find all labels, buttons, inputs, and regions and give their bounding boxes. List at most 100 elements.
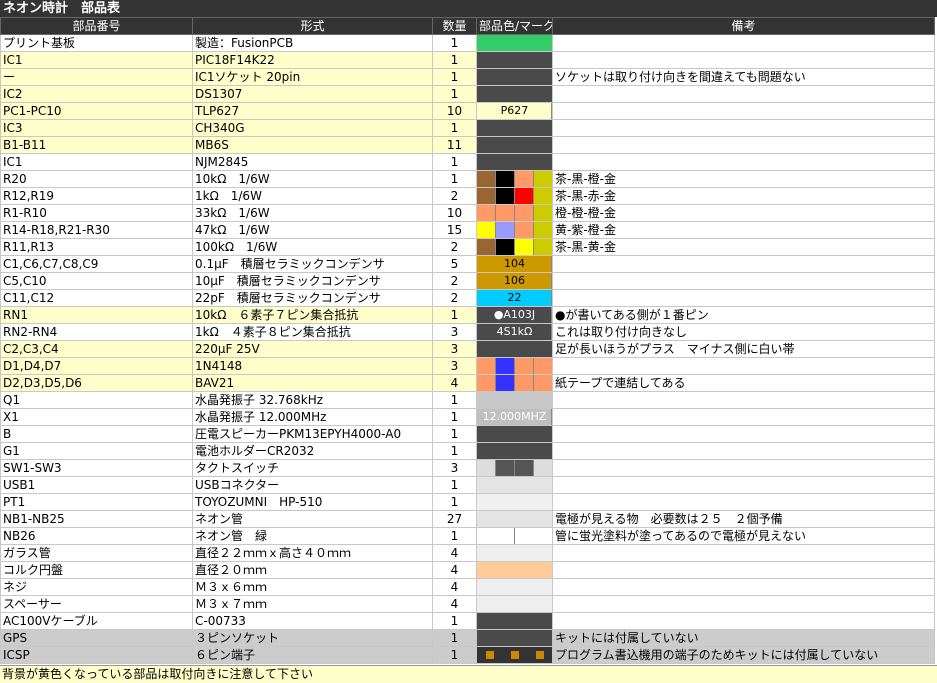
part-type-cell[interactable]: 直径２２ｍｍｘ高さ４０ｍｍ xyxy=(192,544,433,562)
part-number-cell[interactable]: RN1 xyxy=(0,306,193,324)
header-notes[interactable]: 備考 xyxy=(552,17,935,35)
part-type-cell[interactable]: TOYOZUMNI HP-510 xyxy=(192,493,433,511)
part-type-cell[interactable]: 直径２０ｍｍ xyxy=(192,561,433,579)
part-number-cell[interactable]: ー xyxy=(0,68,193,86)
quantity-cell[interactable]: 3 xyxy=(432,357,477,375)
note-cell[interactable] xyxy=(552,578,935,596)
part-number-cell[interactable]: スペーサー xyxy=(0,595,193,613)
part-number-cell[interactable]: RN2-RN4 xyxy=(0,323,193,341)
part-number-cell[interactable]: USB1 xyxy=(0,476,193,494)
part-number-cell[interactable]: G1 xyxy=(0,442,193,460)
quantity-cell[interactable]: 1 xyxy=(432,442,477,460)
note-cell[interactable] xyxy=(552,391,935,409)
color-mark-cell[interactable] xyxy=(476,493,553,511)
note-cell[interactable] xyxy=(552,595,935,613)
color-mark-cell[interactable] xyxy=(476,136,553,154)
part-type-cell[interactable]: BAV21 xyxy=(192,374,433,392)
quantity-cell[interactable]: 27 xyxy=(432,510,477,528)
quantity-cell[interactable]: 2 xyxy=(432,187,477,205)
quantity-cell[interactable]: 4 xyxy=(432,595,477,613)
part-number-cell[interactable]: NB1-NB25 xyxy=(0,510,193,528)
part-type-cell[interactable]: Ｍ３ｘ７ｍｍ xyxy=(192,595,433,613)
part-type-cell[interactable]: タクトスイッチ xyxy=(192,459,433,477)
part-type-cell[interactable]: 22pF 積層セラミックコンデンサ xyxy=(192,289,433,307)
color-mark-cell[interactable]: 106 xyxy=(476,272,553,290)
quantity-cell[interactable]: 3 xyxy=(432,459,477,477)
color-mark-cell[interactable] xyxy=(476,238,553,256)
note-cell[interactable] xyxy=(552,34,935,52)
part-type-cell[interactable]: ６ピン端子 xyxy=(192,646,433,664)
color-mark-cell[interactable]: 104 xyxy=(476,255,553,273)
part-type-cell[interactable]: ネオン管 xyxy=(192,510,433,528)
color-mark-cell[interactable]: 12.000MHZ xyxy=(476,408,553,426)
quantity-cell[interactable]: 1 xyxy=(432,629,477,647)
part-number-cell[interactable]: ガラス管 xyxy=(0,544,193,562)
note-cell[interactable] xyxy=(552,544,935,562)
part-number-cell[interactable]: X1 xyxy=(0,408,193,426)
part-type-cell[interactable]: DS1307 xyxy=(192,85,433,103)
part-number-cell[interactable]: GPS xyxy=(0,629,193,647)
part-number-cell[interactable]: AC100Vケーブル xyxy=(0,612,193,630)
header-part-number[interactable]: 部品番号 xyxy=(0,17,193,35)
part-number-cell[interactable]: PT1 xyxy=(0,493,193,511)
part-number-cell[interactable]: IC3 xyxy=(0,119,193,137)
quantity-cell[interactable]: 1 xyxy=(432,68,477,86)
part-type-cell[interactable]: 水晶発振子 32.768kHz xyxy=(192,391,433,409)
part-type-cell[interactable]: PIC18F14K22 xyxy=(192,51,433,69)
color-mark-cell[interactable] xyxy=(476,612,553,630)
part-number-cell[interactable]: C11,C12 xyxy=(0,289,193,307)
part-number-cell[interactable]: B xyxy=(0,425,193,443)
color-mark-cell[interactable] xyxy=(476,578,553,596)
color-mark-cell[interactable] xyxy=(476,646,553,664)
note-cell[interactable] xyxy=(552,493,935,511)
quantity-cell[interactable]: 2 xyxy=(432,272,477,290)
color-mark-cell[interactable] xyxy=(476,340,553,358)
color-mark-cell[interactable] xyxy=(476,34,553,52)
note-cell[interactable] xyxy=(552,476,935,494)
color-mark-cell[interactable] xyxy=(476,459,553,477)
part-type-cell[interactable]: IC1ソケット 20pin xyxy=(192,68,433,86)
part-number-cell[interactable]: NB26 xyxy=(0,527,193,545)
part-number-cell[interactable]: IC1 xyxy=(0,51,193,69)
part-type-cell[interactable]: USBコネクター xyxy=(192,476,433,494)
note-cell[interactable] xyxy=(552,561,935,579)
part-type-cell[interactable]: 47kΩ 1/6W xyxy=(192,221,433,239)
part-type-cell[interactable]: 1kΩ ４素子８ピン集合抵抗 xyxy=(192,323,433,341)
quantity-cell[interactable]: 1 xyxy=(432,527,477,545)
note-cell[interactable] xyxy=(552,442,935,460)
part-number-cell[interactable]: ネジ xyxy=(0,578,193,596)
part-type-cell[interactable]: 電池ホルダーCR2032 xyxy=(192,442,433,460)
part-number-cell[interactable]: C1,C6,C7,C8,C9 xyxy=(0,255,193,273)
part-type-cell[interactable]: ネオン管 緑 xyxy=(192,527,433,545)
header-quantity[interactable]: 数量 xyxy=(432,17,477,35)
note-cell[interactable] xyxy=(552,255,935,273)
color-mark-cell[interactable] xyxy=(476,357,553,375)
part-type-cell[interactable]: 1kΩ 1/6W xyxy=(192,187,433,205)
part-type-cell[interactable]: 0.1μF 積層セラミックコンデンサ xyxy=(192,255,433,273)
note-cell[interactable] xyxy=(552,119,935,137)
color-mark-cell[interactable] xyxy=(476,544,553,562)
part-number-cell[interactable]: D2,D3,D5,D6 xyxy=(0,374,193,392)
part-number-cell[interactable]: プリント基板 xyxy=(0,34,193,52)
part-number-cell[interactable]: R12,R19 xyxy=(0,187,193,205)
note-cell[interactable] xyxy=(552,425,935,443)
note-cell[interactable] xyxy=(552,612,935,630)
note-cell[interactable]: キットには付属していない xyxy=(552,629,935,647)
color-mark-cell[interactable] xyxy=(476,425,553,443)
part-number-cell[interactable]: PC1-PC10 xyxy=(0,102,193,120)
part-type-cell[interactable]: 220μF 25V xyxy=(192,340,433,358)
quantity-cell[interactable]: 2 xyxy=(432,289,477,307)
part-type-cell[interactable]: 100kΩ 1/6W xyxy=(192,238,433,256)
color-mark-cell[interactable] xyxy=(476,204,553,222)
color-mark-cell[interactable] xyxy=(476,51,553,69)
note-cell[interactable] xyxy=(552,136,935,154)
color-mark-cell[interactable]: 4S1kΩ xyxy=(476,323,553,341)
color-mark-cell[interactable]: P627 xyxy=(476,102,553,120)
quantity-cell[interactable]: 1 xyxy=(432,391,477,409)
note-cell[interactable]: これは取り付け向きなし xyxy=(552,323,935,341)
color-mark-cell[interactable] xyxy=(476,374,553,392)
color-mark-cell[interactable] xyxy=(476,391,553,409)
quantity-cell[interactable]: 1 xyxy=(432,408,477,426)
part-type-cell[interactable]: 33kΩ 1/6W xyxy=(192,204,433,222)
quantity-cell[interactable]: 5 xyxy=(432,255,477,273)
